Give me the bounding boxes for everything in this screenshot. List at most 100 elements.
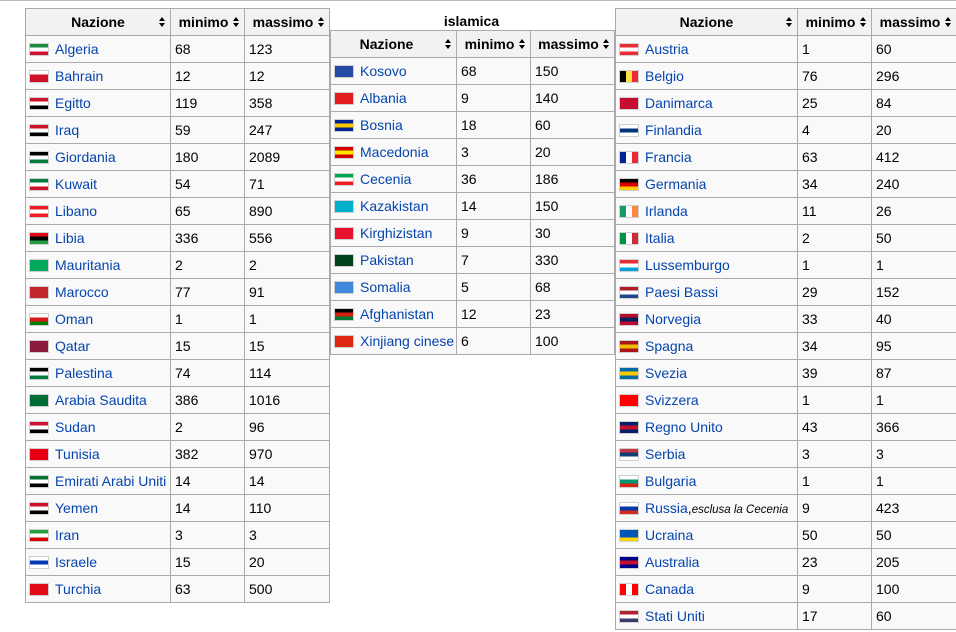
country-link[interactable]: Norvegia xyxy=(645,311,701,327)
country-link[interactable]: Cecenia xyxy=(360,171,411,187)
header-massimo[interactable]: massimo xyxy=(530,30,615,58)
egypt-flag-icon[interactable] xyxy=(29,97,49,110)
country-link[interactable]: Canada xyxy=(645,581,694,597)
header-nazione[interactable]: Nazione xyxy=(615,8,798,36)
header-nazione[interactable]: Nazione xyxy=(25,8,171,36)
country-link[interactable]: Tunisia xyxy=(55,446,100,462)
country-link[interactable]: Irlanda xyxy=(645,203,688,219)
country-link[interactable]: Bulgaria xyxy=(645,473,696,489)
kosovo-flag-icon[interactable] xyxy=(334,65,354,78)
country-link[interactable]: Somalia xyxy=(360,279,411,295)
usa-flag-icon[interactable] xyxy=(619,610,639,623)
spain-flag-icon[interactable] xyxy=(619,340,639,353)
afghanistan-flag-icon[interactable] xyxy=(334,308,354,321)
country-link[interactable]: Libia xyxy=(55,230,85,246)
country-link[interactable]: Iraq xyxy=(55,122,79,138)
country-link[interactable]: Lussemburgo xyxy=(645,257,730,273)
country-link[interactable]: Svezia xyxy=(645,365,687,381)
germany-flag-icon[interactable] xyxy=(619,178,639,191)
norway-flag-icon[interactable] xyxy=(619,313,639,326)
country-link[interactable]: Serbia xyxy=(645,446,685,462)
algeria-flag-icon[interactable] xyxy=(29,43,49,56)
somalia-flag-icon[interactable] xyxy=(334,281,354,294)
country-link[interactable]: Svizzera xyxy=(645,392,699,408)
country-link[interactable]: Ucraina xyxy=(645,527,693,543)
country-link[interactable]: Pakistan xyxy=(360,252,414,268)
israel-flag-icon[interactable] xyxy=(29,556,49,569)
ireland-flag-icon[interactable] xyxy=(619,205,639,218)
palestine-flag-icon[interactable] xyxy=(29,367,49,380)
country-link[interactable]: Albania xyxy=(360,90,407,106)
country-link[interactable]: Danimarca xyxy=(645,95,713,111)
serbia-flag-icon[interactable] xyxy=(619,448,639,461)
bahrain-flag-icon[interactable] xyxy=(29,70,49,83)
qatar-flag-icon[interactable] xyxy=(29,340,49,353)
country-link[interactable]: Xinjiang cinese xyxy=(360,333,454,349)
country-link[interactable]: Finlandia xyxy=(645,122,702,138)
country-link[interactable]: Russia xyxy=(645,500,688,516)
macedonia-flag-icon[interactable] xyxy=(334,146,354,159)
country-link[interactable]: Belgio xyxy=(645,68,684,84)
iran-flag-icon[interactable] xyxy=(29,529,49,542)
country-link[interactable]: Austria xyxy=(645,41,689,57)
country-link[interactable]: Israele xyxy=(55,554,97,570)
country-link[interactable]: Kosovo xyxy=(360,63,407,79)
lebanon-flag-icon[interactable] xyxy=(29,205,49,218)
switzerland-flag-icon[interactable] xyxy=(619,394,639,407)
ukraine-flag-icon[interactable] xyxy=(619,529,639,542)
country-link[interactable]: Turchia xyxy=(55,581,101,597)
country-link[interactable]: Stati Uniti xyxy=(645,608,705,624)
morocco-flag-icon[interactable] xyxy=(29,286,49,299)
country-link[interactable]: Kazakistan xyxy=(360,198,428,214)
kuwait-flag-icon[interactable] xyxy=(29,178,49,191)
sudan-flag-icon[interactable] xyxy=(29,421,49,434)
chechnya-flag-icon[interactable] xyxy=(334,173,354,186)
country-link[interactable]: Emirati Arabi Uniti xyxy=(55,473,166,489)
country-link[interactable]: Qatar xyxy=(55,338,90,354)
country-link[interactable]: Bosnia xyxy=(360,117,403,133)
netherlands-flag-icon[interactable] xyxy=(619,286,639,299)
country-link[interactable]: Kirghizistan xyxy=(360,225,432,241)
header-massimo[interactable]: massimo xyxy=(244,8,330,36)
country-link[interactable]: Sudan xyxy=(55,419,95,435)
country-link[interactable]: Libano xyxy=(55,203,97,219)
albania-flag-icon[interactable] xyxy=(334,92,354,105)
iraq-flag-icon[interactable] xyxy=(29,124,49,137)
country-link[interactable]: Francia xyxy=(645,149,692,165)
header-minimo[interactable]: minimo xyxy=(170,8,245,36)
country-link[interactable]: Palestina xyxy=(55,365,113,381)
country-link[interactable]: Yemen xyxy=(55,500,98,516)
country-link[interactable]: Bahrain xyxy=(55,68,103,84)
canada-flag-icon[interactable] xyxy=(619,583,639,596)
country-link[interactable]: Algeria xyxy=(55,41,99,57)
russia-flag-icon[interactable] xyxy=(619,502,639,515)
france-flag-icon[interactable] xyxy=(619,151,639,164)
denmark-flag-icon[interactable] xyxy=(619,97,639,110)
kazakhstan-flag-icon[interactable] xyxy=(334,200,354,213)
country-link[interactable]: Macedonia xyxy=(360,144,429,160)
country-link[interactable]: Regno Unito xyxy=(645,419,723,435)
australia-flag-icon[interactable] xyxy=(619,556,639,569)
sweden-flag-icon[interactable] xyxy=(619,367,639,380)
country-link[interactable]: Paesi Bassi xyxy=(645,284,718,300)
country-link[interactable]: Oman xyxy=(55,311,93,327)
country-link[interactable]: Germania xyxy=(645,176,706,192)
country-link[interactable]: Egitto xyxy=(55,95,91,111)
finland-flag-icon[interactable] xyxy=(619,124,639,137)
country-link[interactable]: Giordania xyxy=(55,149,116,165)
country-link[interactable]: Mauritania xyxy=(55,257,120,273)
header-minimo[interactable]: minimo xyxy=(797,8,872,36)
libya-flag-icon[interactable] xyxy=(29,232,49,245)
country-link[interactable]: Iran xyxy=(55,527,79,543)
saudi-arabia-flag-icon[interactable] xyxy=(29,394,49,407)
uk-flag-icon[interactable] xyxy=(619,421,639,434)
country-link[interactable]: Australia xyxy=(645,554,699,570)
mauritania-flag-icon[interactable] xyxy=(29,259,49,272)
country-link[interactable]: Afghanistan xyxy=(360,306,434,322)
country-link[interactable]: Spagna xyxy=(645,338,693,354)
header-nazione[interactable]: Nazione xyxy=(330,30,457,58)
turkey-flag-icon[interactable] xyxy=(29,583,49,596)
italy-flag-icon[interactable] xyxy=(619,232,639,245)
header-minimo[interactable]: minimo xyxy=(456,30,531,58)
country-link[interactable]: Arabia Saudita xyxy=(55,392,147,408)
